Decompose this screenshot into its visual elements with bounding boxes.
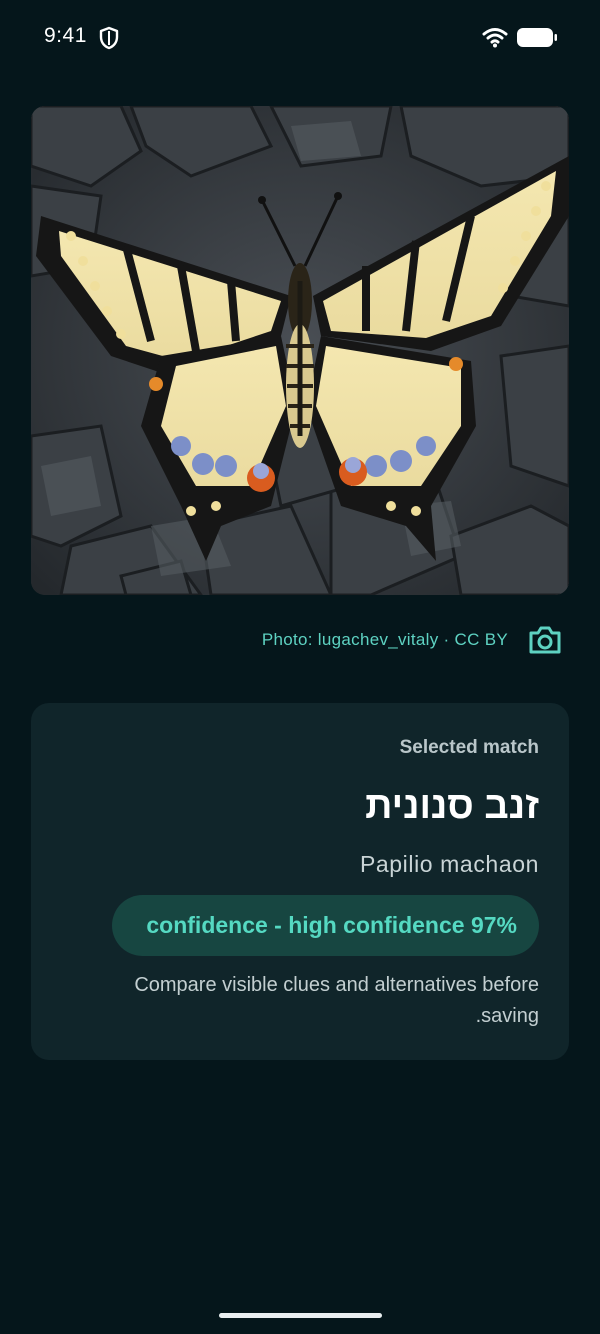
- wifi-icon: [482, 28, 508, 48]
- butterfly-photo: [31, 106, 569, 595]
- confidence-text: confidence - high confidence 97%: [146, 912, 517, 938]
- identification-result-screen: 9:41 Photo: lugachev_vitaly · CC BY Sele…: [0, 0, 600, 1334]
- common-name: זנב סנונית: [365, 785, 539, 827]
- scientific-name: Papilio machaon: [359, 851, 539, 877]
- battery-icon: [517, 28, 557, 47]
- status-time: 9:41: [44, 24, 87, 47]
- photo-credit: Photo: lugachev_vitaly · CC BY: [261, 630, 508, 649]
- status-bar: 9:41: [0, 0, 600, 76]
- card-label: Selected match: [399, 737, 539, 758]
- match-card: Selected match זנב סנונית Papilio machao…: [31, 703, 569, 1060]
- card-note: Compare visible clues and alternatives b…: [69, 970, 539, 1032]
- home-indicator[interactable]: [219, 1313, 382, 1318]
- photo-credit-row: Photo: lugachev_vitaly · CC BY: [31, 622, 562, 658]
- camera-icon[interactable]: [528, 624, 562, 656]
- shield-icon: [99, 26, 119, 50]
- confidence-badge: confidence - high confidence 97%: [112, 895, 539, 956]
- card-note-line2: .saving: [475, 1005, 539, 1027]
- card-note-line1: Compare visible clues and alternatives b…: [134, 974, 539, 996]
